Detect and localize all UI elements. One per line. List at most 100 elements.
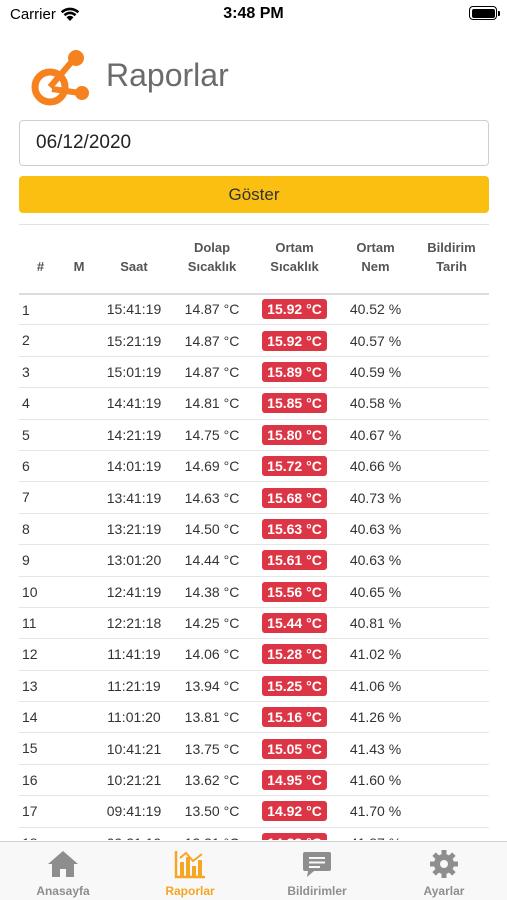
row-ambient-temp-cell: 15.16 °C xyxy=(252,702,337,733)
table-header-row: # M Saat Dolap Sıcaklık Ortam Sıcaklık Ort… xyxy=(19,224,489,294)
row-notification-date xyxy=(414,545,489,576)
row-ambient-temp-cell: 15.56 °C xyxy=(252,576,337,607)
row-humidity: 40.52 % xyxy=(349,301,402,318)
tab-raporlar[interactable]: Raporlar xyxy=(127,842,253,900)
row-ambient-temp-badge: 15.72 °C xyxy=(262,456,327,477)
row-m xyxy=(62,513,96,544)
row-cabinet-temp: 14.50 °C xyxy=(184,520,240,537)
row-humidity: 41.26 % xyxy=(349,709,402,726)
row-index: 18 xyxy=(19,827,62,840)
row-notification-date xyxy=(414,388,489,419)
tab-bildirimler[interactable]: Bildirimler xyxy=(254,842,380,900)
row-time: 11:41:19 xyxy=(107,646,161,663)
row-time: 13:21:19 xyxy=(106,520,162,537)
row-cabinet-temp: 14.87 °C xyxy=(184,301,240,318)
row-cabinet-temp: 14.63 °C xyxy=(184,489,240,506)
row-m xyxy=(62,764,96,795)
table-row[interactable]: 3 15:01:19 14.87 °C 15.89 °C 40.59 % xyxy=(19,356,489,388)
show-button[interactable]: Göster xyxy=(19,176,489,213)
date-field[interactable] xyxy=(19,120,489,166)
row-time: 09:21:19 xyxy=(96,827,172,840)
table-row[interactable]: 6 14:01:19 14.69 °C 15.72 °C 40.66 % xyxy=(19,450,489,482)
row-notification-date xyxy=(414,796,489,827)
tab-anasayfa[interactable]: Anasayfa xyxy=(0,842,126,900)
row-ambient-temp-badge: 14.92 °C xyxy=(262,801,327,822)
row-ambient-temp-badge: 15.25 °C xyxy=(262,675,327,696)
row-m xyxy=(62,796,96,827)
row-humidity: 40.65 % xyxy=(349,583,402,600)
page-title: Raporlar xyxy=(106,57,229,93)
row-cabinet-temp: 13.75 °C xyxy=(184,740,240,757)
row-index: 6 xyxy=(22,457,30,474)
row-humidity: 40.63 % xyxy=(349,552,402,569)
row-ambient-temp-cell: 15.63 °C xyxy=(252,513,337,544)
tab-label: Raporlar xyxy=(165,884,215,898)
row-ambient-temp-cell: 15.28 °C xyxy=(252,639,337,670)
table-row[interactable]: 17 09:41:19 13.50 °C 14.92 °C 41.70 % xyxy=(19,796,489,828)
table-row[interactable]: 8 13:21:19 14.50 °C 15.63 °C 40.63 % xyxy=(19,513,489,545)
table-row[interactable]: 15 10:41:21 13.75 °C 15.05 °C 41.43 % xyxy=(19,733,489,765)
table-row[interactable]: 2 15:21:19 14.87 °C 15.92 °C 40.57 % xyxy=(19,325,489,357)
row-ambient-temp-badge: 15.16 °C xyxy=(262,707,327,728)
column-header-dolap-sicaklik: Dolap Sıcaklık xyxy=(187,239,237,274)
row-ambient-temp-cell: 15.05 °C xyxy=(252,733,337,764)
tab-ayarlar[interactable]: Ayarlar xyxy=(381,842,507,900)
report-table[interactable]: # M Saat Dolap Sıcaklık Ortam Sıcaklık Ort… xyxy=(19,224,489,840)
chart-icon xyxy=(174,851,205,879)
row-index: 14 xyxy=(22,709,38,726)
table-row[interactable]: 16 10:21:21 13.62 °C 14.95 °C 41.60 % xyxy=(19,764,489,796)
row-ambient-temp-badge: 15.63 °C xyxy=(262,518,327,539)
row-notification-date xyxy=(414,733,489,764)
table-row[interactable]: 7 13:41:19 14.63 °C 15.68 °C 40.73 % xyxy=(19,482,489,514)
table-row[interactable]: 18 09:21:1913.31 °C 14.83 °C 41.87 % xyxy=(19,827,489,840)
gear-icon xyxy=(430,850,458,878)
table-row[interactable]: 12 11:41:19 14.06 °C 15.28 °C 41.02 % xyxy=(19,639,489,671)
row-time: 12:41:19 xyxy=(106,583,162,600)
row-cabinet-temp: 13.31 °C xyxy=(172,827,252,840)
row-cabinet-temp: 14.81 °C xyxy=(184,395,240,412)
row-cabinet-temp: 13.62 °C xyxy=(184,772,240,789)
row-time: 14:01:19 xyxy=(106,458,162,475)
row-m xyxy=(62,827,96,840)
row-time: 15:41:19 xyxy=(106,301,162,318)
row-time: 11:01:20 xyxy=(107,709,161,726)
row-notification-date xyxy=(414,450,489,481)
row-ambient-temp-badge: 15.68 °C xyxy=(262,487,327,508)
table-row[interactable]: 14 11:01:20 13.81 °C 15.16 °C 41.26 % xyxy=(19,702,489,733)
table-row[interactable]: 13 11:21:19 13.94 °C 15.25 °C 41.06 % xyxy=(19,670,489,702)
row-notification-date xyxy=(414,576,489,607)
row-m xyxy=(62,325,96,356)
row-notification-date xyxy=(414,639,489,670)
row-index: 2 xyxy=(22,332,30,349)
row-index: 17 xyxy=(22,803,38,820)
column-header-saat: Saat xyxy=(120,258,148,274)
row-humidity: 41.60 % xyxy=(349,772,402,789)
table-row[interactable]: 9 13:01:20 14.44 °C 15.61 °C 40.63 % xyxy=(19,545,489,577)
row-cabinet-temp: 14.87 °C xyxy=(184,332,240,349)
row-index: 3 xyxy=(22,363,30,380)
row-notification-date xyxy=(414,513,489,544)
row-ambient-temp-cell: 15.89 °C xyxy=(252,356,337,387)
row-cabinet-temp: 14.25 °C xyxy=(184,615,240,632)
table-row[interactable]: 1 15:41:19 14.87 °C 15.92 °C 40.52 % xyxy=(19,294,489,325)
row-index: 10 xyxy=(22,583,38,600)
table-row[interactable]: 4 14:41:19 14.81 °C 15.85 °C 40.58 % xyxy=(19,388,489,420)
row-m xyxy=(62,356,96,387)
row-m xyxy=(62,545,96,576)
row-cabinet-temp: 13.81 °C xyxy=(184,709,240,726)
table-row[interactable]: 11 12:21:18 14.25 °C 15.44 °C 40.81 % xyxy=(19,607,489,639)
row-m xyxy=(62,419,96,450)
row-time: 15:21:19 xyxy=(106,332,162,349)
table-row[interactable]: 5 14:21:19 14.75 °C 15.80 °C 40.67 % xyxy=(19,419,489,451)
row-ambient-temp-badge: 15.56 °C xyxy=(262,581,327,602)
row-time: 09:41:19 xyxy=(106,803,162,820)
row-m xyxy=(62,733,96,764)
row-ambient-temp-cell: 15.80 °C xyxy=(252,419,337,450)
row-ambient-temp-badge: 14.95 °C xyxy=(262,770,327,791)
row-cabinet-temp: 14.69 °C xyxy=(184,458,240,475)
row-humidity: 41.43 % xyxy=(349,740,402,757)
row-time: 13:41:19 xyxy=(106,489,162,506)
row-notification-date xyxy=(414,702,489,733)
row-ambient-temp-badge: 15.44 °C xyxy=(262,613,327,634)
table-row[interactable]: 10 12:41:19 14.38 °C 15.56 °C 40.65 % xyxy=(19,576,489,608)
